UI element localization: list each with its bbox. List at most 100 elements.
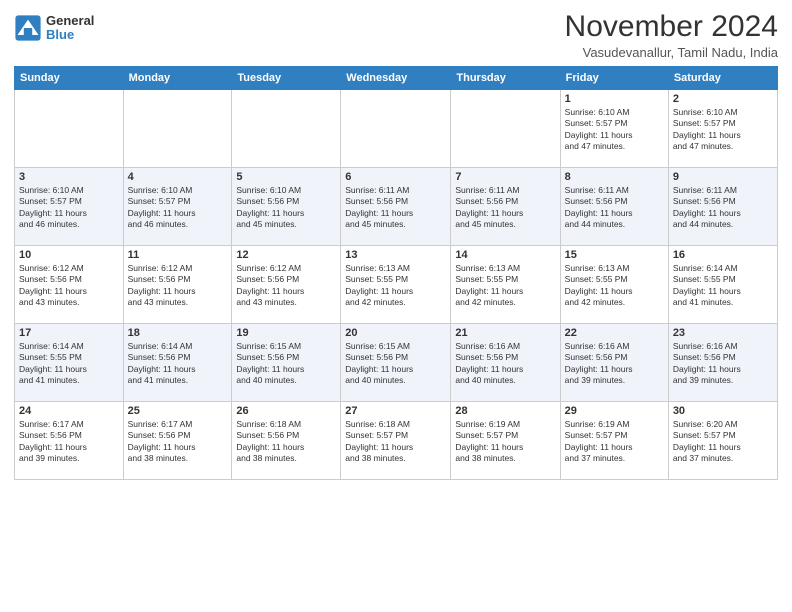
week-row-3: 10 Sunrise: 6:12 AM Sunset: 5:56 PM Dayli… <box>15 246 778 324</box>
calendar-cell-w5-d3: 27 Sunrise: 6:18 AM Sunset: 5:57 PM Dayli… <box>341 402 451 480</box>
day-info: Sunrise: 6:12 AM Sunset: 5:56 PM Dayligh… <box>236 263 336 309</box>
calendar-cell-w1-d6: 2Sunrise: 6:10 AM Sunset: 5:57 PM Daylig… <box>668 90 777 168</box>
week-row-4: 17 Sunrise: 6:14 AM Sunset: 5:55 PM Dayli… <box>15 324 778 402</box>
calendar-cell-w3-d0: 10 Sunrise: 6:12 AM Sunset: 5:56 PM Dayli… <box>15 246 124 324</box>
calendar-cell-w4-d1: 18 Sunrise: 6:14 AM Sunset: 5:56 PM Dayli… <box>123 324 232 402</box>
logo-general-text: General <box>46 14 94 28</box>
calendar-cell-w4-d5: 22 Sunrise: 6:16 AM Sunset: 5:56 PM Dayli… <box>560 324 668 402</box>
day-number: 13 <box>345 249 446 261</box>
day-info: Sunrise: 6:16 AM Sunset: 5:56 PM Dayligh… <box>673 341 773 387</box>
page: General Blue November 2024 Vasudevanallu… <box>0 0 792 612</box>
day-info: Sunrise: 6:16 AM Sunset: 5:56 PM Dayligh… <box>565 341 664 387</box>
day-number: 3 <box>19 171 119 183</box>
calendar-cell-w2-d0: 3 Sunrise: 6:10 AM Sunset: 5:57 PM Daylig… <box>15 168 124 246</box>
day-number: 11 <box>128 249 228 261</box>
day-number: 16 <box>673 249 773 261</box>
day-info: Sunrise: 6:16 AM Sunset: 5:56 PM Dayligh… <box>455 341 555 387</box>
calendar-cell-w3-d1: 11 Sunrise: 6:12 AM Sunset: 5:56 PM Dayli… <box>123 246 232 324</box>
day-number: 15 <box>565 249 664 261</box>
week-row-1: 1 Sunrise: 6:10 AM Sunset: 5:57 PM Daylig… <box>15 90 778 168</box>
day-number: 27 <box>345 405 446 417</box>
day-info: Sunrise: 6:17 AM Sunset: 5:56 PM Dayligh… <box>19 419 119 465</box>
calendar-cell-w2-d3: 6 Sunrise: 6:11 AM Sunset: 5:56 PM Daylig… <box>341 168 451 246</box>
header-sunday: Sunday <box>15 67 124 90</box>
calendar-cell-w5-d2: 26 Sunrise: 6:18 AM Sunset: 5:56 PM Dayli… <box>232 402 341 480</box>
day-info: Sunrise: 6:19 AM Sunset: 5:57 PM Dayligh… <box>455 419 555 465</box>
day-info: Sunrise: 6:13 AM Sunset: 5:55 PM Dayligh… <box>345 263 446 309</box>
calendar-cell-w3-d5: 15 Sunrise: 6:13 AM Sunset: 5:55 PM Dayli… <box>560 246 668 324</box>
day-info: Sunrise: 6:15 AM Sunset: 5:56 PM Dayligh… <box>345 341 446 387</box>
day-number: 1 <box>565 93 664 105</box>
day-info: Sunrise: 6:11 AM Sunset: 5:56 PM Dayligh… <box>565 185 664 231</box>
day-info: Sunrise: 6:10 AM Sunset: 5:57 PM Dayligh… <box>19 185 119 231</box>
day-number: 9 <box>673 171 773 183</box>
day-info: Sunrise: 6:11 AM Sunset: 5:56 PM Dayligh… <box>673 185 773 231</box>
header-wednesday: Wednesday <box>341 67 451 90</box>
day-info: Sunrise: 6:18 AM Sunset: 5:56 PM Dayligh… <box>236 419 336 465</box>
day-info: Sunrise: 6:20 AM Sunset: 5:57 PM Dayligh… <box>673 419 773 465</box>
day-number: 30 <box>673 405 773 417</box>
calendar-cell-w4-d3: 20 Sunrise: 6:15 AM Sunset: 5:56 PM Dayli… <box>341 324 451 402</box>
header-friday: Friday <box>560 67 668 90</box>
day-number: 22 <box>565 327 664 339</box>
calendar-cell-w2-d5: 8 Sunrise: 6:11 AM Sunset: 5:56 PM Daylig… <box>560 168 668 246</box>
day-info: Sunrise: 6:14 AM Sunset: 5:55 PM Dayligh… <box>19 341 119 387</box>
calendar-cell-w5-d0: 24 Sunrise: 6:17 AM Sunset: 5:56 PM Dayli… <box>15 402 124 480</box>
calendar-cell-w5-d6: 30 Sunrise: 6:20 AM Sunset: 5:57 PM Dayli… <box>668 402 777 480</box>
logo-blue-text: Blue <box>46 28 94 42</box>
header-saturday: Saturday <box>668 67 777 90</box>
calendar-cell-w5-d1: 25 Sunrise: 6:17 AM Sunset: 5:56 PM Dayli… <box>123 402 232 480</box>
day-number: 18 <box>128 327 228 339</box>
calendar-cell-w1-d0 <box>15 90 124 168</box>
day-info: Sunrise: 6:10 AM Sunset: 5:57 PM Dayligh… <box>565 107 664 153</box>
calendar-cell-w5-d5: 29Sunrise: 6:19 AM Sunset: 5:57 PM Dayli… <box>560 402 668 480</box>
day-info: Sunrise: 6:18 AM Sunset: 5:57 PM Dayligh… <box>345 419 446 465</box>
calendar-cell-w3-d4: 14Sunrise: 6:13 AM Sunset: 5:55 PM Dayli… <box>451 246 560 324</box>
calendar-cell-w4-d4: 21Sunrise: 6:16 AM Sunset: 5:56 PM Dayli… <box>451 324 560 402</box>
calendar-cell-w4-d0: 17 Sunrise: 6:14 AM Sunset: 5:55 PM Dayli… <box>15 324 124 402</box>
day-number: 6 <box>345 171 446 183</box>
day-number: 14 <box>455 249 555 261</box>
day-number: 17 <box>19 327 119 339</box>
day-number: 10 <box>19 249 119 261</box>
calendar-cell-w1-d2 <box>232 90 341 168</box>
day-number: 29 <box>565 405 664 417</box>
calendar-cell-w2-d1: 4 Sunrise: 6:10 AM Sunset: 5:57 PM Daylig… <box>123 168 232 246</box>
day-number: 23 <box>673 327 773 339</box>
header-monday: Monday <box>123 67 232 90</box>
logo-icon <box>14 14 42 42</box>
day-number: 26 <box>236 405 336 417</box>
calendar-header-row: Sunday Monday Tuesday Wednesday Thursday… <box>15 67 778 90</box>
logo-text: General Blue <box>46 14 94 43</box>
location: Vasudevanallur, Tamil Nadu, India <box>565 45 778 60</box>
calendar-cell-w4-d2: 19Sunrise: 6:15 AM Sunset: 5:56 PM Dayli… <box>232 324 341 402</box>
day-info: Sunrise: 6:14 AM Sunset: 5:55 PM Dayligh… <box>673 263 773 309</box>
week-row-2: 3 Sunrise: 6:10 AM Sunset: 5:57 PM Daylig… <box>15 168 778 246</box>
calendar-cell-w3-d3: 13 Sunrise: 6:13 AM Sunset: 5:55 PM Dayli… <box>341 246 451 324</box>
day-info: Sunrise: 6:11 AM Sunset: 5:56 PM Dayligh… <box>345 185 446 231</box>
day-info: Sunrise: 6:13 AM Sunset: 5:55 PM Dayligh… <box>565 263 664 309</box>
calendar-cell-w1-d3 <box>341 90 451 168</box>
day-info: Sunrise: 6:12 AM Sunset: 5:56 PM Dayligh… <box>128 263 228 309</box>
month-title: November 2024 <box>565 10 778 43</box>
calendar-cell-w1-d5: 1 Sunrise: 6:10 AM Sunset: 5:57 PM Daylig… <box>560 90 668 168</box>
header: General Blue November 2024 Vasudevanallu… <box>14 10 778 60</box>
calendar-cell-w2-d6: 9 Sunrise: 6:11 AM Sunset: 5:56 PM Daylig… <box>668 168 777 246</box>
day-number: 8 <box>565 171 664 183</box>
day-number: 2 <box>673 93 773 105</box>
calendar-cell-w3-d6: 16 Sunrise: 6:14 AM Sunset: 5:55 PM Dayli… <box>668 246 777 324</box>
day-number: 12 <box>236 249 336 261</box>
calendar-cell-w3-d2: 12 Sunrise: 6:12 AM Sunset: 5:56 PM Dayli… <box>232 246 341 324</box>
title-section: November 2024 Vasudevanallur, Tamil Nadu… <box>565 10 778 60</box>
day-number: 25 <box>128 405 228 417</box>
header-thursday: Thursday <box>451 67 560 90</box>
day-number: 20 <box>345 327 446 339</box>
day-info: Sunrise: 6:12 AM Sunset: 5:56 PM Dayligh… <box>19 263 119 309</box>
day-info: Sunrise: 6:17 AM Sunset: 5:56 PM Dayligh… <box>128 419 228 465</box>
day-number: 24 <box>19 405 119 417</box>
day-number: 5 <box>236 171 336 183</box>
day-number: 4 <box>128 171 228 183</box>
day-info: Sunrise: 6:10 AM Sunset: 5:57 PM Dayligh… <box>128 185 228 231</box>
day-info: Sunrise: 6:14 AM Sunset: 5:56 PM Dayligh… <box>128 341 228 387</box>
calendar-cell-w1-d4 <box>451 90 560 168</box>
